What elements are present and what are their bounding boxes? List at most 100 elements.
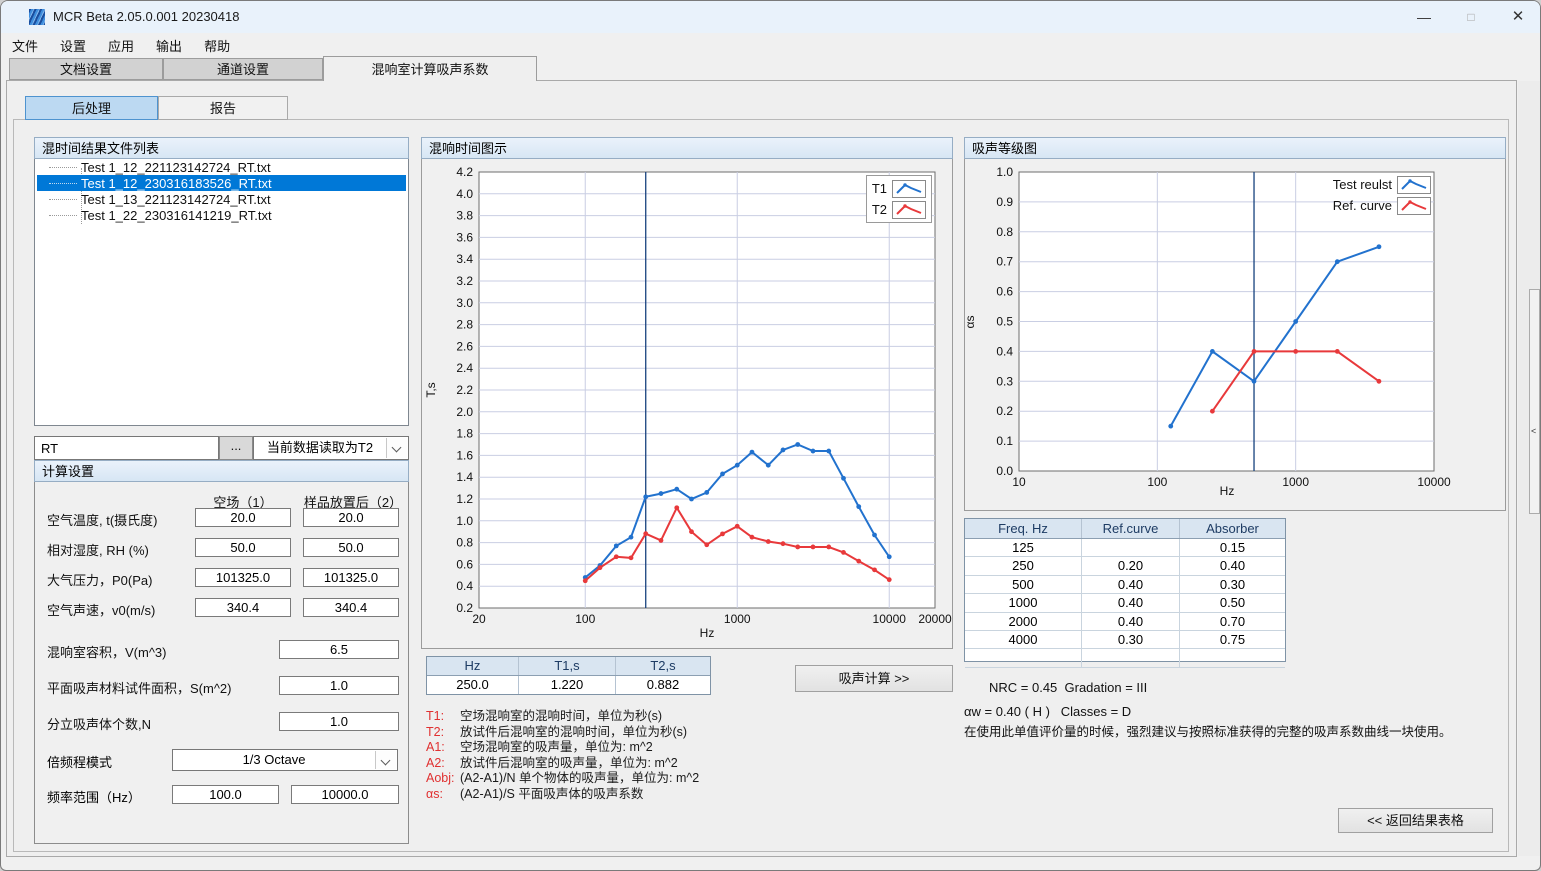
calc-field-with-sample[interactable] <box>303 538 399 557</box>
legend-label: T2 <box>872 202 887 217</box>
y-tick-label: 0.2 <box>996 404 1013 418</box>
freq-range-to-input[interactable] <box>291 785 399 804</box>
calc-field-with-sample[interactable] <box>303 568 399 587</box>
x-tick-label: 10 <box>1012 475 1026 489</box>
absorber-table-row[interactable]: 40000.300.75 <box>965 631 1285 649</box>
window-title: MCR Beta 2.05.0.001 20230418 <box>53 1 239 33</box>
subtab-report[interactable]: 报告 <box>158 96 288 120</box>
calc-field-with-sample[interactable] <box>303 598 399 617</box>
absorber-table-row[interactable]: 10000.400.50 <box>965 594 1285 612</box>
absorber-table-row[interactable]: 20000.400.70 <box>965 613 1285 631</box>
calc-field-empty-room[interactable] <box>195 598 291 617</box>
absorber-table-body: 1250.152500.200.405000.400.3010000.400.5… <box>965 539 1285 668</box>
file-list-item[interactable]: Test 1_12_221123142724_RT.txt <box>37 159 406 175</box>
legend-label: Ref. curve <box>1333 198 1392 213</box>
tab-doc-settings[interactable]: 文档设置 <box>9 58 163 80</box>
octave-mode-value: 1/3 Octave <box>173 750 375 770</box>
menu-item-application[interactable]: 应用 <box>97 33 145 58</box>
definitions-list: T1:空场混响室的混响时间，单位为秒(s)T2:放试件后混响室的混响时间，单位为… <box>426 709 956 803</box>
menu-item-file[interactable]: 文件 <box>1 33 49 58</box>
data-point <box>1335 349 1340 354</box>
legend-entry-t2: T2 <box>872 200 926 219</box>
browse-button[interactable]: ... <box>219 436 253 460</box>
absorber-table-row[interactable] <box>965 649 1285 667</box>
absorber-table-cell: 2000 <box>965 613 1082 630</box>
calc-field-with-sample[interactable] <box>303 508 399 527</box>
x-tick-label: 100 <box>575 612 595 626</box>
menu-item-help[interactable]: 帮助 <box>193 33 241 58</box>
data-point <box>1252 349 1257 354</box>
calc-field-value[interactable] <box>279 640 399 659</box>
absorber-table-cell: 0.70 <box>1180 613 1285 630</box>
absorber-table-row[interactable]: 1250.15 <box>965 539 1285 557</box>
subtab-postprocess[interactable]: 后处理 <box>25 96 158 120</box>
rt-table-cell: 250.0 <box>427 676 519 694</box>
data-point <box>826 449 831 454</box>
data-point <box>811 545 816 550</box>
data-point <box>856 559 861 564</box>
absorber-table-cell: 4000 <box>965 631 1082 648</box>
back-to-results-button[interactable]: << 返回结果表格 <box>1338 808 1493 833</box>
data-point <box>811 449 816 454</box>
calc-field-empty-room[interactable] <box>195 538 291 557</box>
ref-curve-icon <box>1397 197 1431 215</box>
minimize-icon[interactable]: — <box>1401 1 1447 33</box>
file-list-item[interactable]: Test 1_13_221123142724_RT.txt <box>37 191 406 207</box>
absorber-table-cell: 0.40 <box>1082 594 1180 611</box>
freq-range-label: 频率范围（Hz） <box>47 787 141 806</box>
chevron-down-icon <box>392 443 402 453</box>
rt-chart[interactable]: 0.20.40.60.81.01.21.41.61.82.02.22.42.62… <box>422 159 952 647</box>
freq-range-from-input[interactable] <box>172 785 279 804</box>
calc-settings-panel: 空场（1） 样品放置后（2） 倍频程模式 1/3 Octave 频率范围（Hz）… <box>34 482 409 844</box>
octave-mode-select[interactable]: 1/3 Octave <box>172 749 398 771</box>
file-list-item[interactable]: Test 1_12_230316183526_RT.txt <box>37 175 406 191</box>
rt-file-list[interactable]: Test 1_12_221123142724_RT.txtTest 1_12_2… <box>34 159 409 426</box>
absorber-table-cell: 0.30 <box>1082 631 1180 648</box>
data-point <box>1168 424 1173 429</box>
y-tick-label: 0.8 <box>996 225 1013 239</box>
combo-arrow-button[interactable] <box>386 438 407 458</box>
absorption-calc-button[interactable]: 吸声计算 >> <box>795 665 953 692</box>
calc-field-value[interactable] <box>279 676 399 695</box>
calc-field-empty-room[interactable] <box>195 568 291 587</box>
maximize-icon[interactable]: □ <box>1448 1 1494 33</box>
menu-item-settings[interactable]: 设置 <box>49 33 97 58</box>
absorber-table-cell: 0.40 <box>1082 576 1180 593</box>
y-tick-label: 0.5 <box>996 315 1013 329</box>
definition-text: 空场混响室的吸声量，单位为: m^2 <box>460 740 653 756</box>
tab-reverb-absorption[interactable]: 混响室计算吸声系数 <box>323 56 537 81</box>
x-tick-label: 1000 <box>724 612 751 626</box>
calc-dual-row: 相对湿度, RH (%) <box>35 538 408 558</box>
data-mode-select[interactable]: 当前数据读取为T2 <box>253 436 409 460</box>
data-point <box>766 463 771 468</box>
data-point <box>826 545 831 550</box>
file-name: Test 1_12_230316183526_RT.txt <box>77 176 406 191</box>
calc-dual-row: 空气温度, t(摄氏度) <box>35 508 408 528</box>
data-point <box>1377 244 1382 249</box>
rt-name-input[interactable] <box>34 436 219 460</box>
definition-row: T2:放试件后混响室的混响时间，单位为秒(s) <box>426 725 956 741</box>
absorber-table-row[interactable]: 5000.400.30 <box>965 576 1285 594</box>
tab-channel-settings[interactable]: 通道设置 <box>163 58 323 80</box>
absorber-table-row[interactable]: 2500.200.40 <box>965 557 1285 575</box>
close-icon[interactable]: ✕ <box>1495 1 1541 33</box>
absorber-table-cell: 500 <box>965 576 1082 593</box>
y-tick-label: 1.0 <box>996 165 1013 179</box>
definition-row: A1:空场混响室的吸声量，单位为: m^2 <box>426 740 956 756</box>
calc-field-value[interactable] <box>279 712 399 731</box>
menu-item-output[interactable]: 输出 <box>145 33 193 58</box>
y-tick-label: 1.0 <box>456 514 473 528</box>
y-axis-label: T,s <box>424 382 438 397</box>
data-point <box>887 554 892 559</box>
octave-mode-label: 倍频程模式 <box>47 752 112 771</box>
calc-field-empty-room[interactable] <box>195 508 291 527</box>
data-point <box>887 577 892 582</box>
panel-collapse-splitter[interactable]: < <box>1529 289 1540 514</box>
data-point <box>629 535 634 540</box>
definition-text: 放试件后混响室的吸声量，单位为: m^2 <box>460 756 678 772</box>
calc-row-label: 空气声速，v0(m/s) <box>47 600 155 619</box>
file-list-item[interactable]: Test 1_22_230316141219_RT.txt <box>37 207 406 223</box>
calc-row-label: 平面吸声材料试件面积，S(m^2) <box>47 678 232 697</box>
rt-table-row[interactable]: 250.0 1.220 0.882 <box>427 676 710 694</box>
combo-arrow-button[interactable] <box>375 751 396 769</box>
